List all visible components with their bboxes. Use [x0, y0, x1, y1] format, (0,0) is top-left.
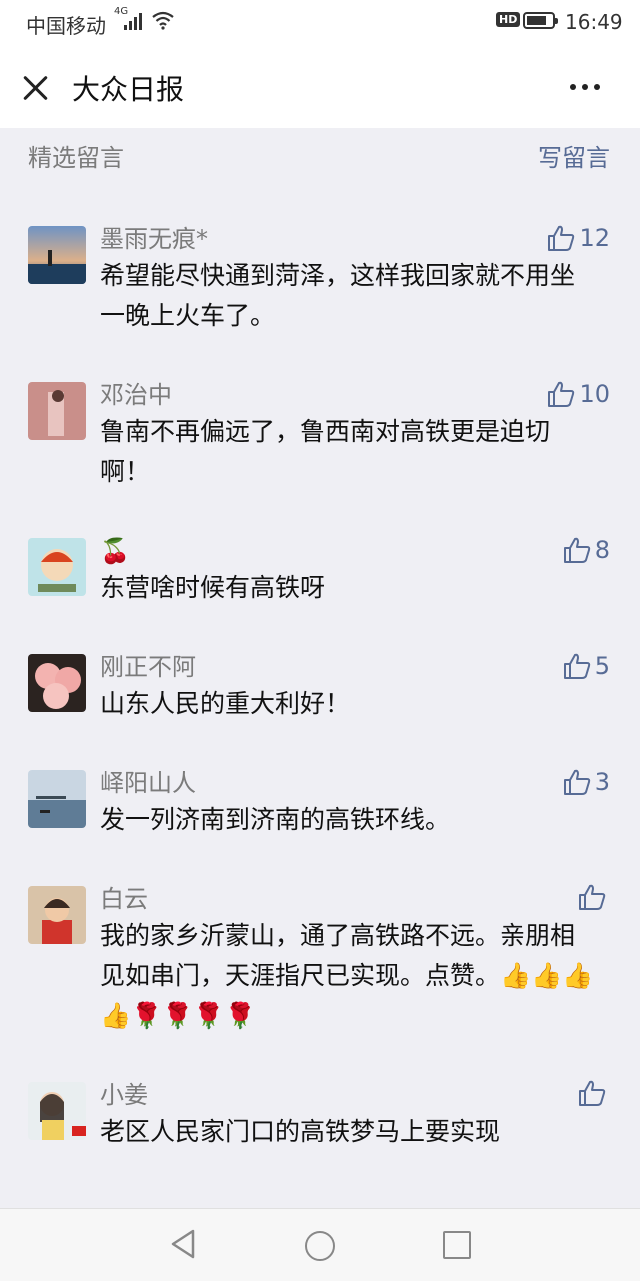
home-icon[interactable] — [305, 1231, 335, 1261]
status-bar: 中国移动 4G HD 16:49 — [0, 0, 640, 44]
status-time: 16:49 — [565, 10, 623, 34]
avatar[interactable] — [28, 886, 86, 944]
comment-text: 发一列济南到济南的高铁环线。 — [100, 805, 451, 834]
hd-badge: HD — [496, 12, 521, 27]
like-count: 12 — [579, 224, 610, 252]
title-bar: 大众日报 — [0, 44, 640, 128]
comment-item: 小姜 老区人民家门口的高铁梦马上要实现 — [0, 1036, 640, 1152]
commenter-name: 白云 — [100, 885, 148, 913]
commenter-name: 墨雨无痕* — [100, 225, 208, 253]
comment-item: 白云 我的家乡沂蒙山，通了高铁路不远。亲朋相见如串门，天涯指尺已实现。点赞。👍👍… — [0, 840, 640, 1036]
comment-text: 老区人民家门口的高铁梦马上要实现 — [100, 1117, 501, 1146]
avatar[interactable] — [28, 770, 86, 828]
comment-text: 希望能尽快通到菏泽，这样我回家就不用坐一晚上火车了。 — [100, 261, 576, 330]
recent-apps-icon[interactable] — [443, 1231, 471, 1259]
signal-icon — [124, 12, 142, 30]
close-icon[interactable] — [18, 70, 54, 106]
comment-list: 墨雨无痕* 希望能尽快通到菏泽，这样我回家就不用坐一晚上火车了。 12 邓治中 … — [0, 180, 640, 1208]
thumbs-up-icon — [563, 653, 590, 679]
comment-item: 峄阳山人 发一列济南到济南的高铁环线。 3 — [0, 724, 640, 840]
comment-text: 鲁南不再偏远了，鲁西南对高铁更是迫切啊！ — [100, 417, 551, 486]
comment-item: 刚正不阿 山东人民的重大利好！ 5 — [0, 608, 640, 724]
thumbs-up-icon — [579, 884, 606, 910]
like-button[interactable]: 8 — [563, 536, 610, 564]
commenter-name: 刚正不阿 — [100, 653, 196, 681]
write-comment-button[interactable]: 写留言 — [538, 138, 610, 173]
avatar[interactable] — [28, 538, 86, 596]
thumbs-up-icon — [548, 225, 575, 251]
like-button[interactable] — [578, 884, 610, 910]
featured-comments-label: 精选留言 — [28, 144, 124, 172]
like-button[interactable]: 5 — [563, 652, 610, 680]
commenter-name: 🍒 — [100, 537, 130, 565]
commenter-name: 峄阳山人 — [100, 769, 196, 797]
comments-header: 精选留言 写留言 — [0, 128, 640, 180]
avatar[interactable] — [28, 226, 86, 284]
comment-item: 邓治中 鲁南不再偏远了，鲁西南对高铁更是迫切啊！ 10 — [0, 336, 640, 492]
page-title: 大众日报 — [72, 73, 185, 106]
comment-text: 我的家乡沂蒙山，通了高铁路不远。亲朋相见如串门，天涯指尺已实现。点赞。👍👍👍👍🌹… — [100, 921, 594, 1030]
back-icon[interactable] — [170, 1229, 196, 1263]
commenter-name: 邓治中 — [100, 381, 172, 409]
comment-text: 东营啥时候有高铁呀 — [100, 573, 326, 602]
avatar[interactable] — [28, 382, 86, 440]
battery-icon — [523, 12, 558, 29]
like-button[interactable]: 3 — [563, 768, 610, 796]
avatar[interactable] — [28, 654, 86, 712]
like-button[interactable]: 12 — [547, 224, 610, 252]
thumbs-up-icon — [579, 1080, 606, 1106]
like-count: 8 — [594, 536, 610, 564]
carrier-label: 中国移动 — [26, 14, 106, 38]
wifi-icon — [152, 10, 174, 35]
more-icon[interactable] — [570, 84, 600, 90]
system-nav-bar — [0, 1208, 640, 1281]
comment-item: 🍒 东营啥时候有高铁呀 8 — [0, 492, 640, 608]
thumbs-up-icon — [548, 381, 575, 407]
comment-item: 墨雨无痕* 希望能尽快通到菏泽，这样我回家就不用坐一晚上火车了。 12 — [0, 180, 640, 336]
comment-text: 山东人民的重大利好！ — [100, 689, 351, 718]
like-count: 3 — [594, 768, 610, 796]
like-button[interactable]: 10 — [547, 380, 610, 408]
thumbs-up-icon — [563, 769, 590, 795]
thumbs-up-icon — [563, 537, 590, 563]
like-button[interactable] — [578, 1080, 610, 1106]
like-count: 10 — [579, 380, 610, 408]
commenter-name: 小姜 — [100, 1081, 148, 1109]
avatar[interactable] — [28, 1082, 86, 1140]
like-count: 5 — [594, 652, 610, 680]
